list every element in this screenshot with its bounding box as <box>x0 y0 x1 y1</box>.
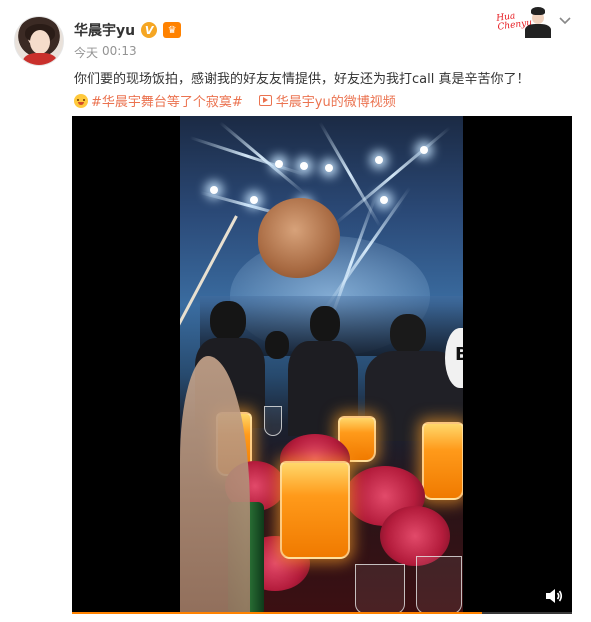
wine-glass <box>355 564 405 614</box>
stage-spotlight <box>375 156 383 164</box>
post-time[interactable]: 今天 00:13 <box>74 44 137 61</box>
stage-spotlight <box>275 160 283 168</box>
table-candle <box>422 422 463 500</box>
username-row: 华晨宇yu V ♛ <box>74 20 182 40</box>
video-progress-fill <box>72 612 482 614</box>
topic-link-text: #华晨宇舞台等了个寂寞# <box>91 95 243 110</box>
stage-spotlight <box>380 196 388 204</box>
audience-head <box>210 301 246 341</box>
post-text: 你们要的现场饭拍，感谢我的好友友情提供，好友还为我打call 真是辛苦你了！ <box>74 72 530 87</box>
signature-logo: Hua Chenyu <box>495 11 533 33</box>
audience-head <box>310 306 340 342</box>
video-source-link[interactable]: 华晨宇yu的微博视频 <box>258 91 396 110</box>
audience-head <box>390 314 426 354</box>
video-source-text: 华晨宇yu的微博视频 <box>275 95 396 110</box>
chevron-down-icon[interactable] <box>558 14 572 28</box>
card-person-image <box>523 6 553 38</box>
audience-head <box>265 331 289 359</box>
light-beam <box>189 136 305 177</box>
post-time-day: 今天 <box>74 46 99 60</box>
light-beam <box>219 121 306 195</box>
emoji-icon <box>74 93 88 108</box>
member-crown-icon[interactable]: ♛ <box>163 22 182 38</box>
avatar-shirt <box>23 53 57 65</box>
username-link[interactable]: 华晨宇yu <box>74 20 135 40</box>
video-player[interactable]: B <box>72 116 572 614</box>
post-time-clock: 00:13 <box>102 44 137 58</box>
table-candle <box>280 461 350 559</box>
profile-card-decoration[interactable]: Hua Chenyu <box>495 6 553 38</box>
volume-icon[interactable] <box>545 588 563 604</box>
wine-glass <box>416 556 462 614</box>
stage-spotlight <box>300 162 308 170</box>
fan-sign-letter: B <box>455 344 463 365</box>
video-frame[interactable]: B <box>180 116 463 614</box>
verified-v-icon[interactable]: V <box>141 22 158 38</box>
video-play-icon <box>258 95 272 106</box>
video-progress-bar[interactable] <box>72 612 572 614</box>
stage-spotlight <box>250 196 258 204</box>
stage-spotlight <box>210 186 218 194</box>
topic-link[interactable]: #华晨宇舞台等了个寂寞# <box>74 91 243 110</box>
stage-spotlight <box>420 146 428 154</box>
avatar-face <box>30 30 50 54</box>
stage-spotlight <box>325 164 333 172</box>
post-links-row: #华晨宇舞台等了个寂寞# 华晨宇yu的微博视频 <box>74 91 396 110</box>
wine-glass <box>264 406 282 436</box>
user-avatar[interactable] <box>14 16 64 66</box>
